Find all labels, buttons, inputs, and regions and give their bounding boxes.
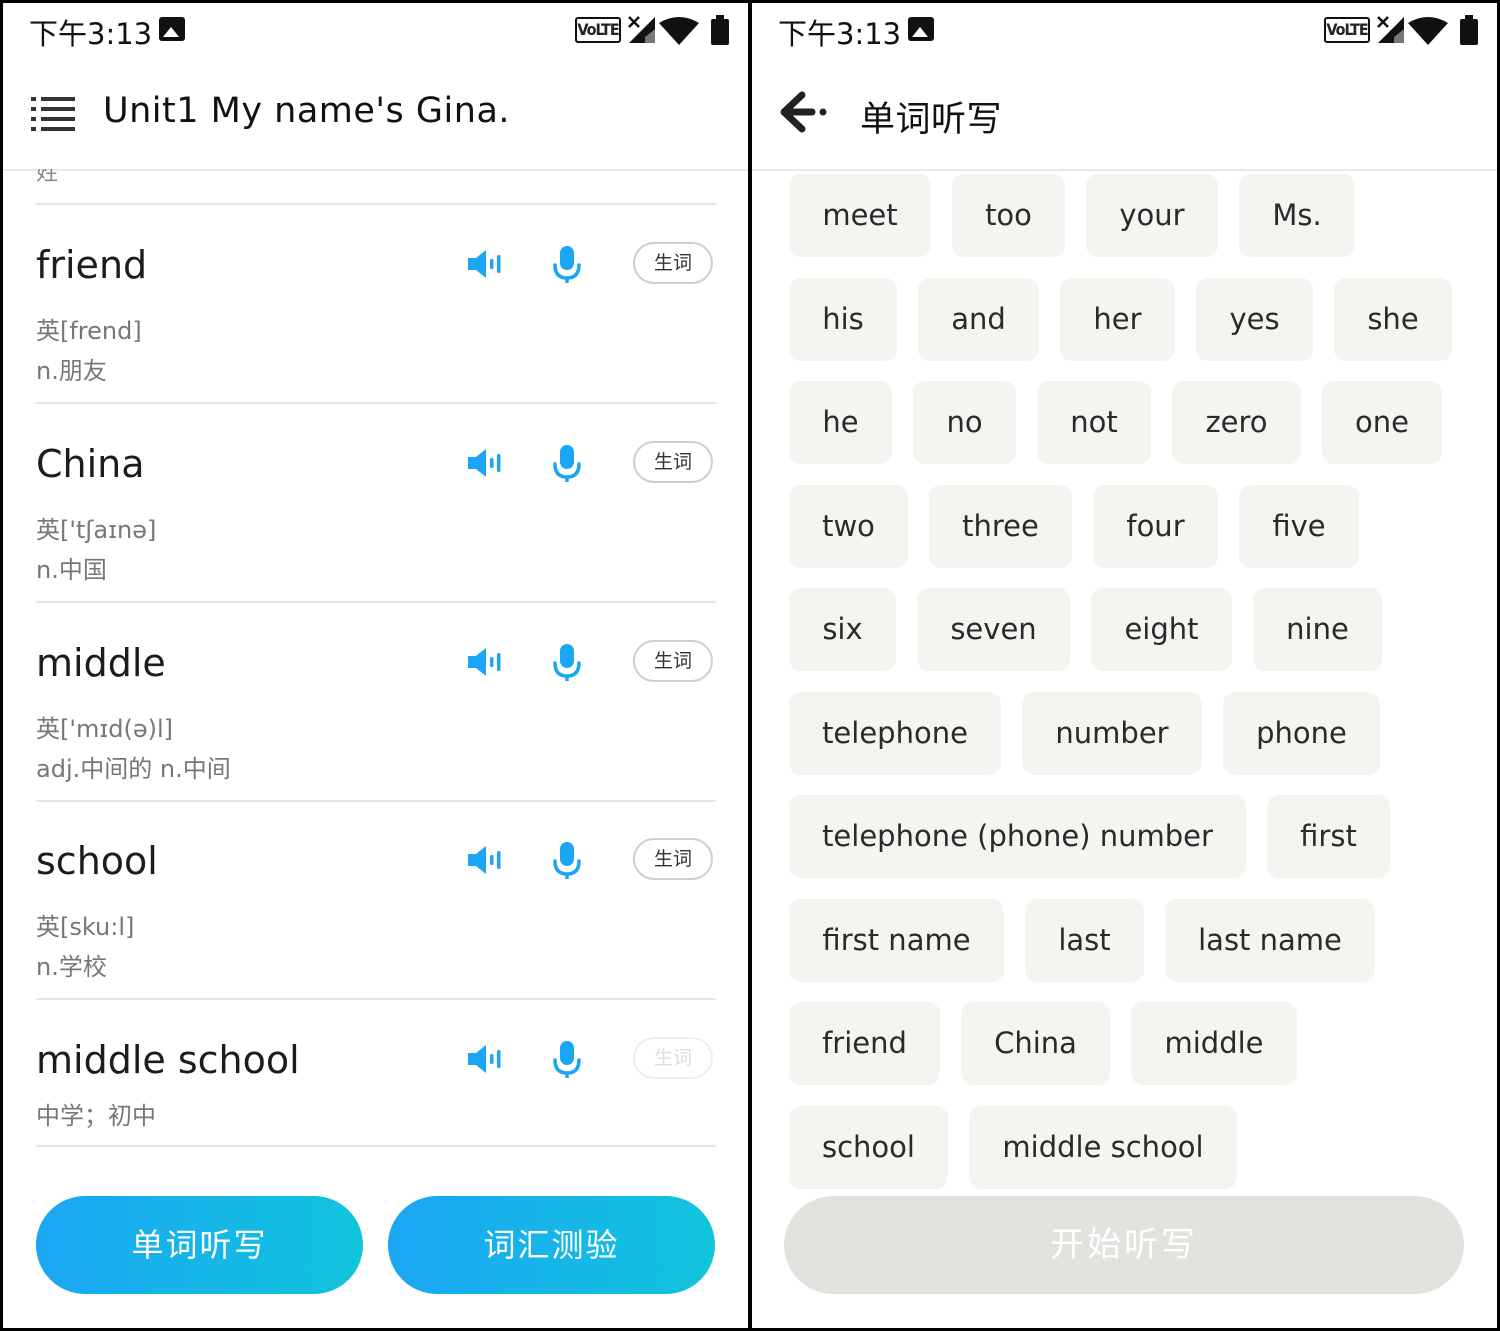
word-chip[interactable]: no <box>913 381 1016 464</box>
status-time: 下午3:13 <box>778 17 902 51</box>
status-time: 下午3:13 <box>29 17 153 51</box>
word-chip[interactable]: not <box>1037 381 1151 464</box>
app-header: 单词听写 <box>752 59 1497 171</box>
word-chip[interactable]: four <box>1093 484 1218 568</box>
word-chip[interactable]: zero <box>1172 381 1301 464</box>
word-chip[interactable]: yes <box>1196 277 1313 361</box>
word-chip[interactable]: China <box>961 1002 1110 1085</box>
app-header: Unit1 My name's Gina. <box>3 59 748 171</box>
phonetic-text: 英['mɪd(ə)l] <box>36 715 174 743</box>
page-title: 单词听写 <box>860 100 1003 140</box>
list-item-partial: 姓 <box>36 169 716 205</box>
word-chip[interactable]: five <box>1239 484 1359 568</box>
word-list-item[interactable]: school 英[sku:l] n.学校 生词 <box>36 801 716 1000</box>
word-chip[interactable]: one <box>1322 381 1442 464</box>
word-chip[interactable]: three <box>929 484 1072 568</box>
image-notification-icon <box>908 17 934 41</box>
word-dictation-button[interactable]: 单词听写 <box>36 1196 363 1294</box>
word-chip[interactable]: friend <box>789 1002 940 1085</box>
phonetic-text: 英['tʃaɪnə] <box>36 516 157 544</box>
word-chip[interactable]: meet <box>789 174 931 257</box>
new-word-tag-button[interactable]: 生词 <box>633 441 713 483</box>
status-bar: 下午3:13 VoLTE <box>752 3 1497 59</box>
word-chip[interactable]: phone <box>1223 691 1380 775</box>
new-word-tag-button[interactable]: 生词 <box>633 242 713 284</box>
microphone-icon[interactable] <box>552 245 582 285</box>
word-text: school <box>36 839 158 883</box>
word-chip[interactable]: middle school <box>969 1105 1237 1189</box>
vocabulary-list-screen: 下午3:13 VoLTE Unit1 My name's Gina. 姓 fri… <box>3 3 748 1328</box>
word-list-item[interactable]: middle 英['mɪd(ə)l] adj.中间的 n.中间 生词 <box>36 603 716 802</box>
word-chip[interactable]: school <box>789 1105 948 1189</box>
word-dictation-screen: 下午3:13 VoLTE 单词听写 meet too your Ms. his and he… <box>752 3 1497 1328</box>
word-text: middle <box>36 641 166 685</box>
word-chip[interactable]: and <box>918 277 1039 361</box>
word-chip[interactable]: Ms. <box>1239 174 1355 257</box>
word-text: middle school <box>36 1038 300 1082</box>
meaning-text: n.学校 <box>36 953 107 981</box>
meaning-text: n.中国 <box>36 556 107 584</box>
speaker-icon[interactable] <box>466 249 504 279</box>
start-dictation-button[interactable]: 开始听写 <box>784 1196 1464 1294</box>
menu-icon[interactable] <box>31 95 75 131</box>
page-title: Unit1 My name's Gina. <box>103 91 511 131</box>
microphone-icon[interactable] <box>552 444 582 484</box>
back-arrow-icon[interactable] <box>780 91 828 133</box>
word-chip[interactable]: eight <box>1091 588 1232 671</box>
volte-icon: VoLTE <box>1324 17 1370 43</box>
word-list-item[interactable]: middle school 中学；初中 生词 <box>36 1000 716 1147</box>
volte-icon: VoLTE <box>575 17 621 43</box>
word-chip[interactable]: first name <box>789 898 1004 982</box>
phonetic-text: 英[sku:l] <box>36 913 135 941</box>
speaker-icon[interactable] <box>466 1044 504 1074</box>
word-chip[interactable]: he <box>789 381 892 464</box>
word-text: friend <box>36 243 148 287</box>
word-chip[interactable]: telephone (phone) number <box>789 795 1246 878</box>
word-chip[interactable]: last name <box>1165 898 1375 982</box>
meaning-text: 中学；初中 <box>36 1102 156 1130</box>
microphone-icon[interactable] <box>552 1040 582 1080</box>
new-word-tag-button[interactable]: 生词 <box>633 1037 713 1079</box>
meaning-text: adj.中间的 n.中间 <box>36 755 231 783</box>
status-bar: 下午3:13 VoLTE <box>3 3 748 59</box>
meaning-text: n.朋友 <box>36 357 107 385</box>
word-chip[interactable]: seven <box>917 588 1070 671</box>
word-chip[interactable]: nine <box>1253 588 1382 671</box>
microphone-icon[interactable] <box>552 841 582 881</box>
battery-icon <box>711 15 729 45</box>
wifi-icon <box>659 17 699 45</box>
signal-icon <box>628 16 655 43</box>
speaker-icon[interactable] <box>466 845 504 875</box>
word-chip[interactable]: first <box>1267 795 1390 878</box>
new-word-tag-button[interactable]: 生词 <box>633 838 713 880</box>
word-text: China <box>36 442 145 486</box>
word-list-item[interactable]: friend 英[frend] n.朋友 生词 <box>36 205 716 404</box>
new-word-tag-button[interactable]: 生词 <box>633 640 713 682</box>
word-chip[interactable]: his <box>789 277 897 361</box>
wifi-icon <box>1408 17 1448 45</box>
speaker-icon[interactable] <box>466 647 504 677</box>
word-chip[interactable]: your <box>1086 174 1218 257</box>
word-chip[interactable]: last <box>1025 898 1144 982</box>
partial-text: 姓 <box>36 169 59 186</box>
word-chip[interactable]: too <box>952 174 1065 257</box>
word-chip[interactable]: number <box>1022 691 1202 775</box>
speaker-icon[interactable] <box>466 448 504 478</box>
word-chip-grid: meet too your Ms. his and her yes she he no not zero… <box>752 169 1497 1189</box>
word-chip[interactable]: middle <box>1131 1002 1297 1085</box>
word-chip[interactable]: she <box>1334 277 1452 361</box>
word-chip[interactable]: telephone <box>789 691 1001 775</box>
word-chip[interactable]: two <box>789 484 908 568</box>
image-notification-icon <box>159 17 185 41</box>
vocabulary-quiz-button[interactable]: 词汇测验 <box>388 1196 715 1294</box>
battery-icon <box>1460 15 1478 45</box>
word-chip[interactable]: six <box>789 588 896 671</box>
word-chip[interactable]: her <box>1060 277 1175 361</box>
signal-icon <box>1377 16 1404 43</box>
microphone-icon[interactable] <box>552 643 582 683</box>
word-list-item[interactable]: China 英['tʃaɪnə] n.中国 生词 <box>36 404 716 603</box>
phonetic-text: 英[frend] <box>36 317 142 345</box>
